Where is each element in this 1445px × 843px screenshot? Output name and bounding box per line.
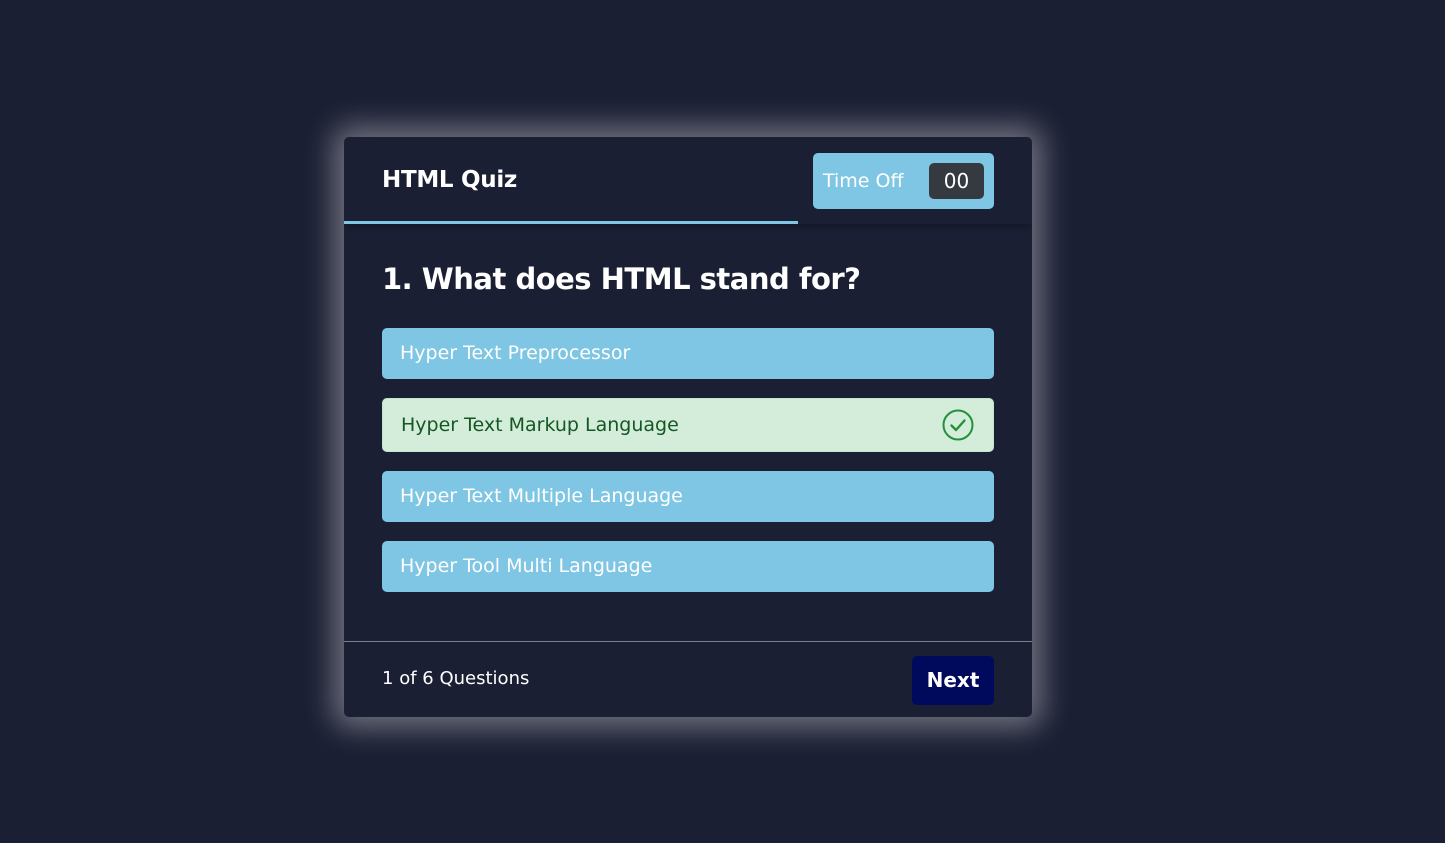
option-label: Hyper Text Markup Language — [401, 414, 679, 436]
quiz-header: HTML Quiz Time Off 00 — [344, 137, 1032, 224]
counter-current: 1 — [382, 668, 394, 689]
option-1[interactable]: Hyper Text Preprocessor — [382, 328, 994, 379]
counter-total: 6 — [422, 668, 434, 689]
option-label: Hyper Text Multiple Language — [400, 485, 683, 507]
quiz-title: HTML Quiz — [382, 167, 517, 193]
question-text: 1. What does HTML stand for? — [382, 262, 861, 296]
counter-of: of — [399, 668, 417, 689]
option-2-correct[interactable]: Hyper Text Markup Language — [382, 398, 994, 452]
option-3[interactable]: Hyper Text Multiple Language — [382, 471, 994, 522]
question-counter: 1 of 6 Questions — [382, 666, 529, 692]
timer-seconds: 00 — [929, 163, 984, 199]
quiz-footer: 1 of 6 Questions Next — [344, 641, 1032, 717]
quiz-box: HTML Quiz Time Off 00 1. What does HTML … — [344, 137, 1032, 717]
option-label: Hyper Tool Multi Language — [400, 555, 653, 577]
option-label: Hyper Text Preprocessor — [400, 342, 631, 364]
timer: Time Off 00 — [813, 153, 994, 209]
check-circle-icon — [942, 409, 974, 441]
time-progress-bar — [344, 221, 799, 224]
counter-suffix: Questions — [439, 668, 530, 689]
next-button[interactable]: Next — [912, 656, 994, 705]
option-4[interactable]: Hyper Tool Multi Language — [382, 541, 994, 592]
timer-label: Time Off — [823, 170, 904, 192]
